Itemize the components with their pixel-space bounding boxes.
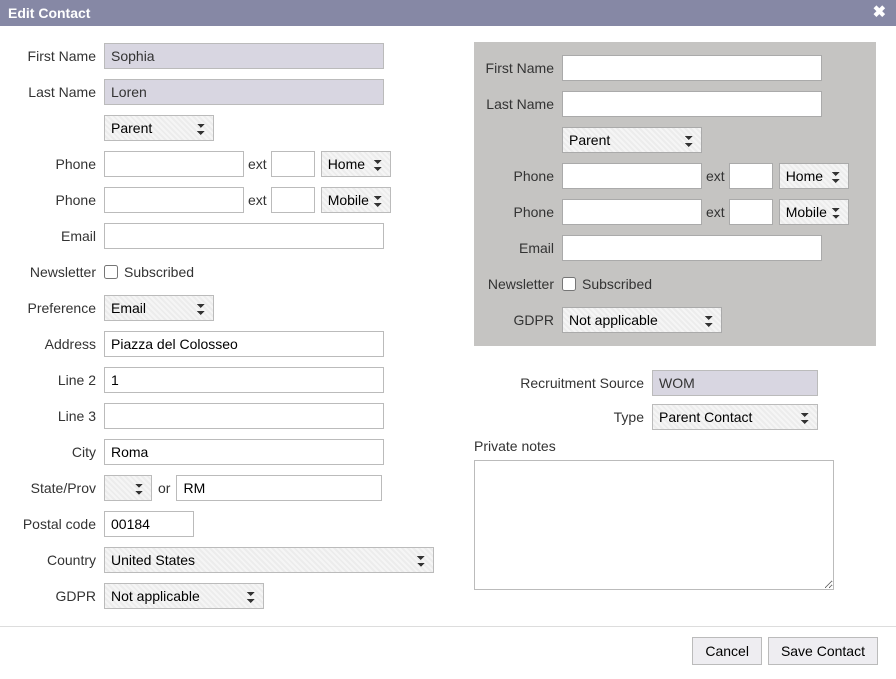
right-column: First Name Last Name Parent Phone ext — [474, 42, 876, 593]
phonetype1-select[interactable]: Home — [321, 151, 391, 177]
preference-label: Preference — [20, 300, 104, 316]
phone1-label: Phone — [20, 156, 104, 172]
last-name-label: Last Name — [20, 84, 104, 100]
p-phone2-input[interactable] — [562, 199, 702, 225]
p-relationship-select[interactable]: Parent — [562, 127, 702, 153]
address-label: Address — [20, 336, 104, 352]
secondary-contact-panel: First Name Last Name Parent Phone ext — [474, 42, 876, 346]
ext1-input[interactable] — [271, 151, 315, 177]
phonetype2-select[interactable]: Mobile — [321, 187, 391, 213]
left-column: First Name Sophia Last Name Loren Parent… — [20, 42, 434, 618]
preference-select[interactable]: Email — [104, 295, 214, 321]
p-gdpr-label: GDPR — [482, 312, 562, 328]
first-name-field[interactable]: Sophia — [104, 43, 384, 69]
city-input[interactable] — [104, 439, 384, 465]
edit-contact-dialog: Edit Contact ✖ First Name Sophia Last Na… — [0, 0, 896, 679]
state-text-input[interactable] — [176, 475, 382, 501]
dialog-title: Edit Contact — [8, 0, 90, 26]
ext2-label: ext — [248, 192, 267, 208]
line2-input[interactable] — [104, 367, 384, 393]
country-label: Country — [20, 552, 104, 568]
p-ext1-input[interactable] — [729, 163, 773, 189]
gdpr-select[interactable]: Not applicable — [104, 583, 264, 609]
save-contact-button[interactable]: Save Contact — [768, 637, 878, 665]
p-ext1-label: ext — [706, 168, 725, 184]
newsletter-label: Newsletter — [20, 264, 104, 280]
phone2-label: Phone — [20, 192, 104, 208]
ext1-label: ext — [248, 156, 267, 172]
email-label: Email — [20, 228, 104, 244]
type-label: Type — [474, 409, 652, 425]
address-input[interactable] — [104, 331, 384, 357]
country-select[interactable]: United States — [104, 547, 434, 573]
p-phone1-input[interactable] — [562, 163, 702, 189]
state-select[interactable] — [104, 475, 152, 501]
p-last-name-label: Last Name — [482, 96, 562, 112]
p-subscribed-checkbox[interactable] — [562, 277, 576, 291]
ext2-input[interactable] — [271, 187, 315, 213]
dialog-footer: Cancel Save Contact — [0, 627, 896, 679]
dialog-titlebar: Edit Contact ✖ — [0, 0, 896, 26]
private-notes-textarea[interactable] — [474, 460, 834, 590]
postal-input[interactable] — [104, 511, 194, 537]
line2-label: Line 2 — [20, 372, 104, 388]
line3-input[interactable] — [104, 403, 384, 429]
p-last-name-input[interactable] — [562, 91, 822, 117]
p-newsletter-label: Newsletter — [482, 276, 562, 292]
p-phonetype2-select[interactable]: Mobile — [779, 199, 849, 225]
p-subscribed-label: Subscribed — [582, 276, 652, 292]
close-icon[interactable]: ✖ — [873, 0, 886, 26]
p-phonetype1-select[interactable]: Home — [779, 163, 849, 189]
p-gdpr-select[interactable]: Not applicable — [562, 307, 722, 333]
private-notes-label: Private notes — [474, 438, 876, 454]
p-email-input[interactable] — [562, 235, 822, 261]
subscribed-checkbox[interactable] — [104, 265, 118, 279]
phone1-input[interactable] — [104, 151, 244, 177]
p-phone1-label: Phone — [482, 168, 562, 184]
recruitment-source-label: Recruitment Source — [474, 375, 652, 391]
p-phone2-label: Phone — [482, 204, 562, 220]
recruitment-source-field[interactable]: WOM — [652, 370, 818, 396]
last-name-field[interactable]: Loren — [104, 79, 384, 105]
p-first-name-input[interactable] — [562, 55, 822, 81]
email-input[interactable] — [104, 223, 384, 249]
type-select[interactable]: Parent Contact — [652, 404, 818, 430]
gdpr-label: GDPR — [20, 588, 104, 604]
cancel-button[interactable]: Cancel — [692, 637, 762, 665]
relationship-select[interactable]: Parent — [104, 115, 214, 141]
line3-label: Line 3 — [20, 408, 104, 424]
p-email-label: Email — [482, 240, 562, 256]
state-label: State/Prov — [20, 480, 104, 496]
p-first-name-label: First Name — [482, 60, 562, 76]
or-label: or — [158, 480, 170, 496]
subscribed-label: Subscribed — [124, 264, 194, 280]
postal-label: Postal code — [20, 516, 104, 532]
city-label: City — [20, 444, 104, 460]
p-ext2-input[interactable] — [729, 199, 773, 225]
p-ext2-label: ext — [706, 204, 725, 220]
phone2-input[interactable] — [104, 187, 244, 213]
first-name-label: First Name — [20, 48, 104, 64]
